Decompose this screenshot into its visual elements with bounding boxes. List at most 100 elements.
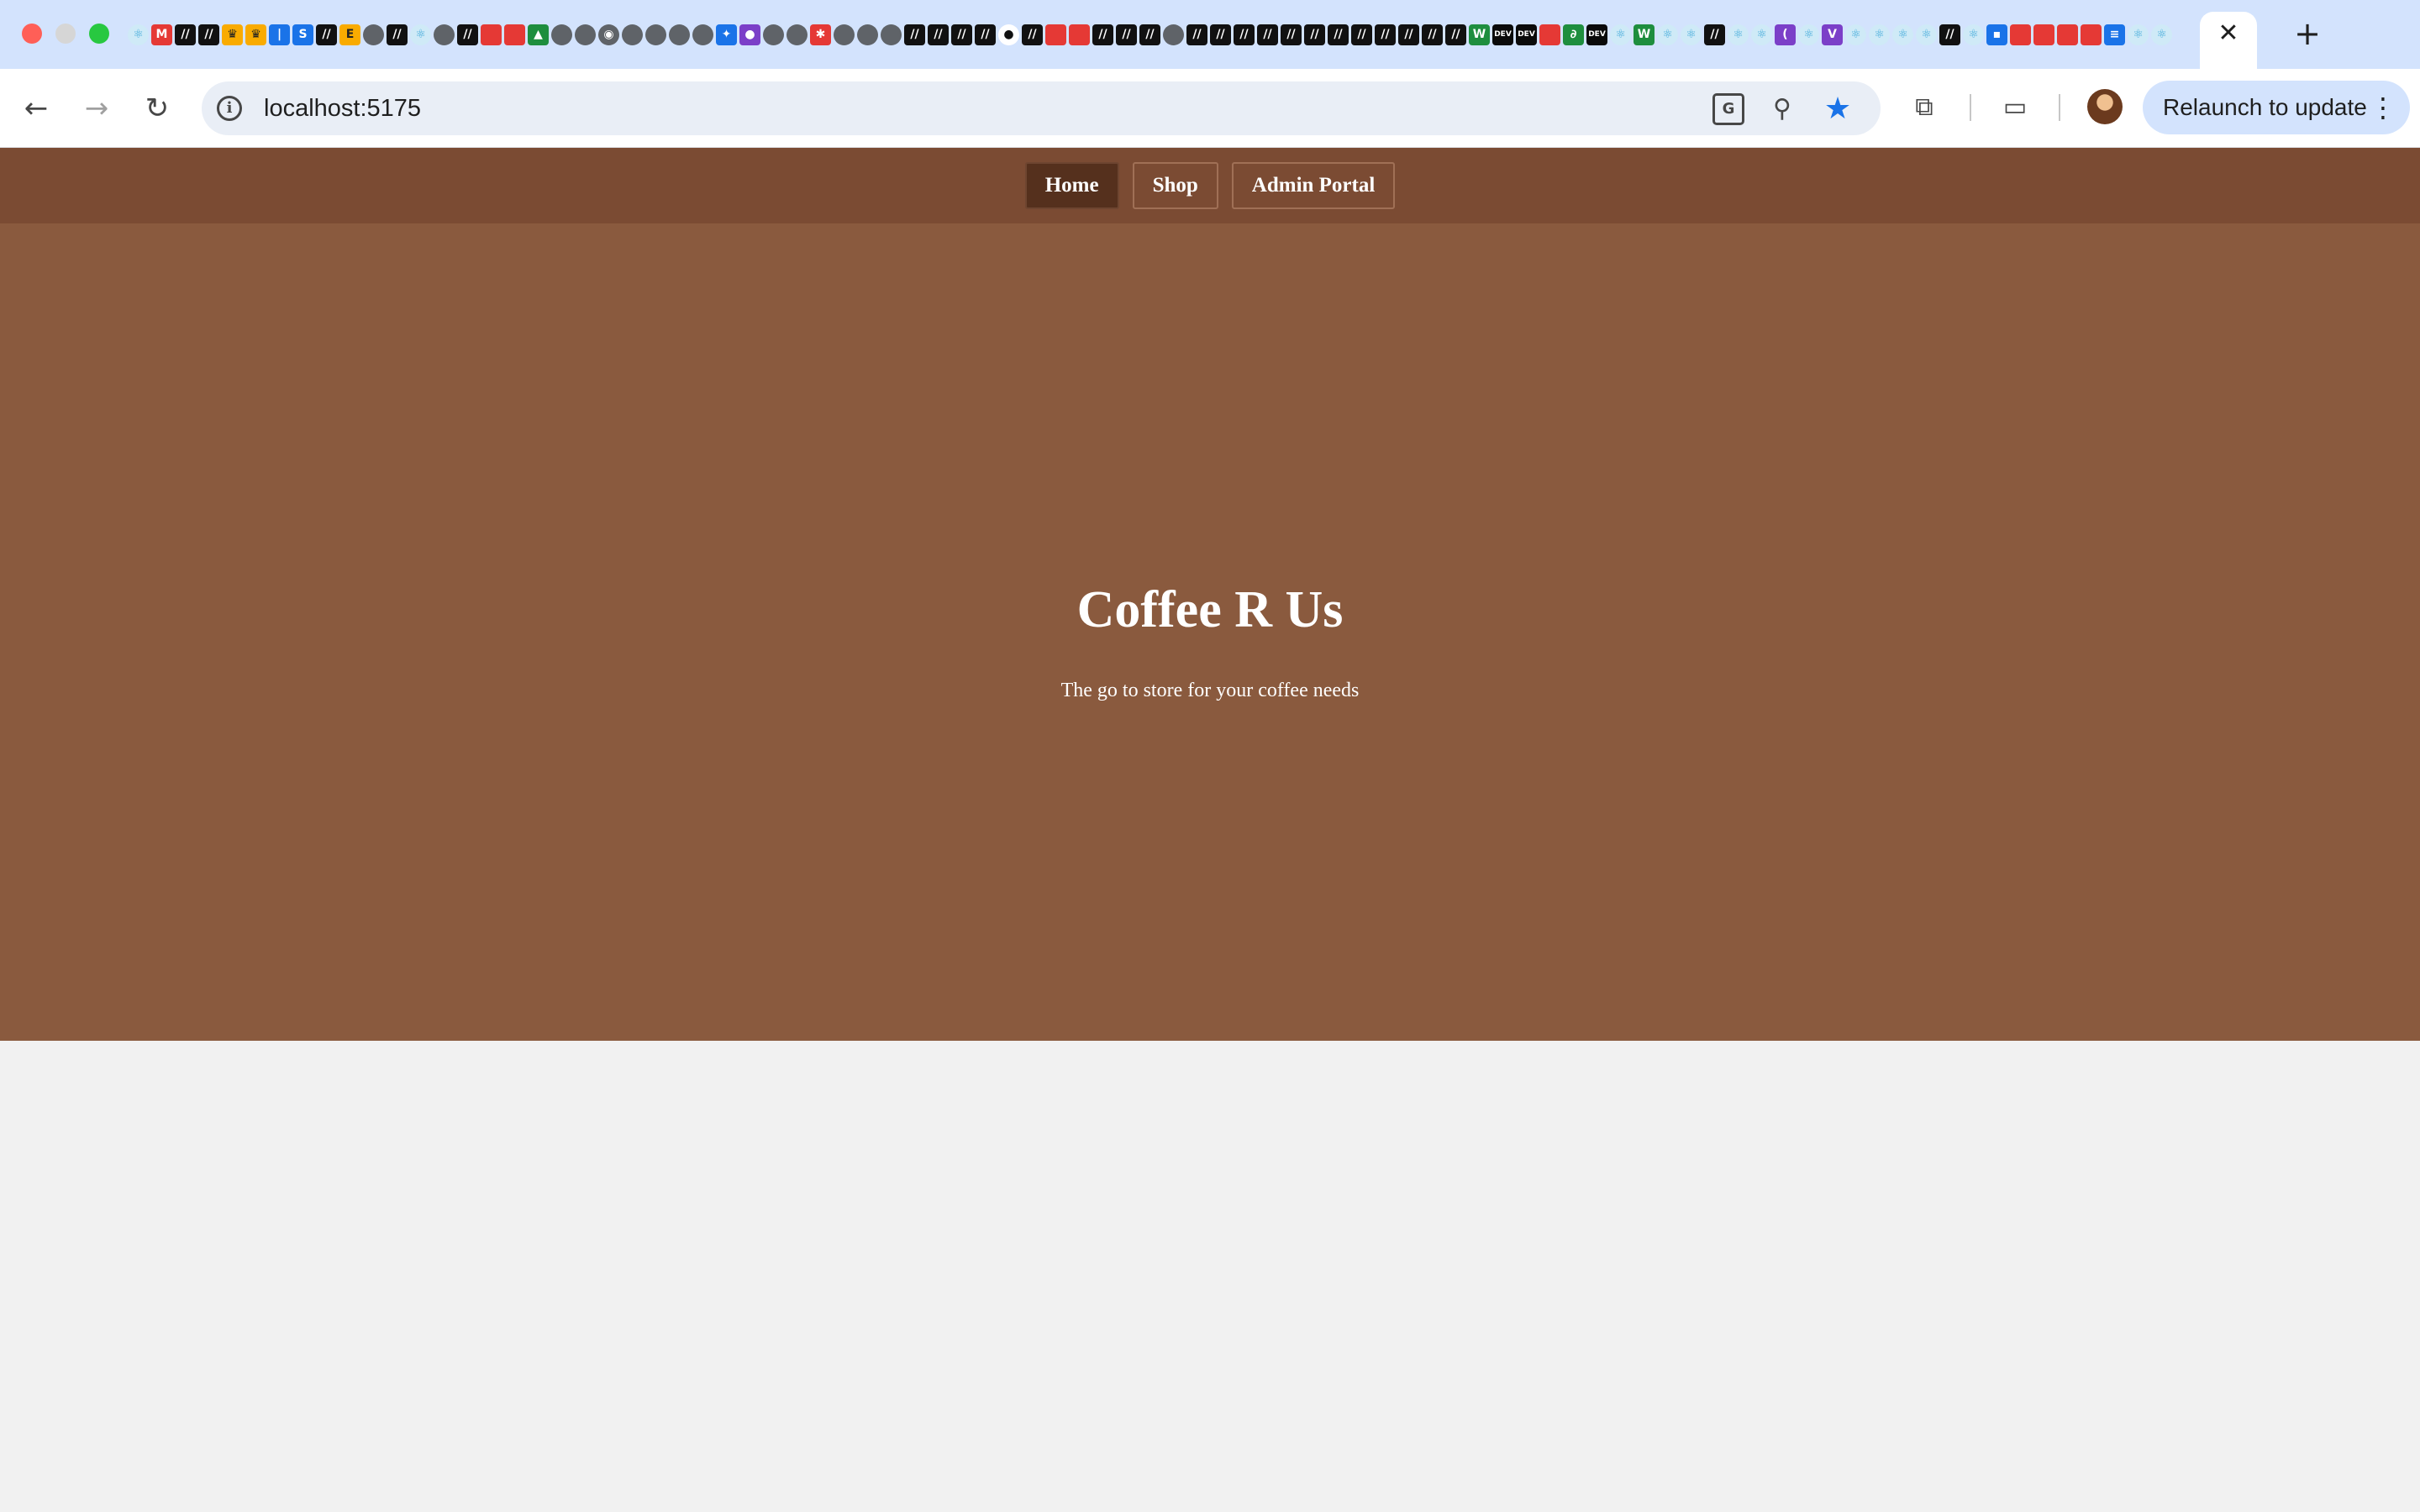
globe-favicon-icon[interactable] [551,24,572,45]
vite-favicon-icon[interactable]: V [1822,24,1843,45]
red-favicon-icon[interactable] [2057,24,2078,45]
react-favicon-icon[interactable]: ⚛ [1916,24,1937,45]
globe-favicon-icon[interactable] [834,24,855,45]
react-favicon-icon[interactable]: ⚛ [2128,24,2149,45]
globe-favicon-icon[interactable] [434,24,455,45]
gemini-favicon-icon[interactable]: ✦ [716,24,737,45]
profile-avatar[interactable] [2087,89,2123,124]
red-favicon-icon[interactable] [504,24,525,45]
m-favicon-icon[interactable]: // [1116,24,1137,45]
m-favicon-icon[interactable]: // [904,24,925,45]
zoom-icon[interactable]: ⚲ [1766,93,1798,125]
react-favicon-icon[interactable]: ⚛ [1610,24,1631,45]
dev-favicon-icon[interactable]: DEV [1586,24,1607,45]
lion-favicon-icon[interactable]: ♛ [222,24,243,45]
docs-favicon-icon[interactable]: ≡ [2104,24,2125,45]
m-favicon-icon[interactable]: // [1351,24,1372,45]
red-favicon-icon[interactable] [1539,24,1560,45]
ejs-favicon-icon[interactable]: E [339,24,360,45]
globe-favicon-icon[interactable] [1163,24,1184,45]
react-favicon-icon[interactable]: ⚛ [1728,24,1749,45]
react-favicon-icon[interactable]: ⚛ [1751,24,1772,45]
w-favicon-icon[interactable]: W [1469,24,1490,45]
m-favicon-icon[interactable]: // [387,24,408,45]
asterisk-favicon-icon[interactable]: ✱ [810,24,831,45]
globe-favicon-icon[interactable] [645,24,666,45]
m-favicon-icon[interactable]: // [1281,24,1302,45]
dev-favicon-icon[interactable]: DEV [1516,24,1537,45]
m-favicon-icon[interactable]: // [1234,24,1255,45]
m-favicon-icon[interactable]: // [1704,24,1725,45]
m-favicon-icon[interactable]: // [951,24,972,45]
globe-favicon-icon[interactable] [669,24,690,45]
m-favicon-icon[interactable]: // [198,24,219,45]
gmail-favicon-icon[interactable]: M [151,24,172,45]
m-favicon-icon[interactable]: // [316,24,337,45]
site-info-icon[interactable]: i [217,96,242,121]
globe-favicon-icon[interactable] [786,24,808,45]
m-favicon-icon[interactable]: // [1257,24,1278,45]
globe-favicon-icon[interactable] [575,24,596,45]
extensions-icon[interactable]: ⧉ [1906,89,1943,126]
m-favicon-icon[interactable]: // [928,24,949,45]
react-favicon-icon[interactable]: ⚛ [1892,24,1913,45]
red-favicon-icon[interactable] [2081,24,2102,45]
globe-favicon-icon[interactable] [763,24,784,45]
window-maximize-button[interactable] [89,24,109,44]
nav-link-home[interactable]: Home [1024,162,1119,209]
m-favicon-icon[interactable]: // [1445,24,1466,45]
sis-favicon-icon[interactable]: S [292,24,313,45]
window-minimize-button[interactable] [55,24,76,44]
m-favicon-icon[interactable]: // [457,24,478,45]
forward-arrow-icon[interactable]: → [77,89,116,128]
relaunch-button[interactable]: Relaunch to update ⋮ [2143,81,2410,134]
react-favicon-icon[interactable]: ⚛ [128,24,149,45]
react-favicon-icon[interactable]: ⚛ [2151,24,2172,45]
m-favicon-icon[interactable]: // [1304,24,1325,45]
chrome-favicon-icon[interactable]: ◉ [598,24,619,45]
github-favicon-icon[interactable]: ● [998,24,1019,45]
dev-favicon-icon[interactable]: DEV [1492,24,1513,45]
red-favicon-icon[interactable] [1045,24,1066,45]
globe-favicon-icon[interactable] [363,24,384,45]
react-favicon-icon[interactable]: ⚛ [1869,24,1890,45]
m-favicon-icon[interactable]: // [1398,24,1419,45]
globe-favicon-icon[interactable] [881,24,902,45]
more-menu-icon[interactable]: ⋮ [2370,89,2396,126]
m-favicon-icon[interactable]: // [1422,24,1443,45]
red-favicon-icon[interactable] [1069,24,1090,45]
reload-icon[interactable]: ↻ [138,89,176,128]
address-url[interactable]: localhost:5175 [264,93,421,123]
react-favicon-icon[interactable]: ⚛ [1845,24,1866,45]
m-favicon-icon[interactable]: // [1375,24,1396,45]
window-close-button[interactable] [22,24,42,44]
m-favicon-icon[interactable]: // [1210,24,1231,45]
m-favicon-icon[interactable]: // [975,24,996,45]
back-arrow-icon[interactable]: ← [17,89,55,128]
m-favicon-icon[interactable]: // [1328,24,1349,45]
m-favicon-icon[interactable]: // [1022,24,1043,45]
m-favicon-icon[interactable]: // [1092,24,1113,45]
m-favicon-icon[interactable]: // [1139,24,1160,45]
m-favicon-icon[interactable]: // [175,24,196,45]
react-favicon-icon[interactable]: ⚛ [1681,24,1702,45]
bookmark-star-icon[interactable]: ★ [1822,93,1854,125]
red-favicon-icon[interactable] [481,24,502,45]
red-favicon-icon[interactable] [2010,24,2031,45]
chat-favicon-icon[interactable]: ▪ [1986,24,2007,45]
dash-favicon-icon[interactable]: | [269,24,290,45]
red-favicon-icon[interactable] [2033,24,2054,45]
m-favicon-icon[interactable]: // [1186,24,1207,45]
close-tab-icon[interactable]: ✕ [2215,20,2242,47]
react-favicon-icon[interactable]: ⚛ [1657,24,1678,45]
react-favicon-icon[interactable]: ⚛ [1963,24,1984,45]
translate-icon[interactable]: G [1712,93,1744,125]
react-favicon-icon[interactable]: ⚛ [1798,24,1819,45]
purple-favicon-icon[interactable]: ● [739,24,760,45]
new-tab-button[interactable]: + [2291,17,2324,50]
tab-search-icon[interactable]: ▭ [1996,89,2033,126]
react-favicon-icon[interactable]: ⚛ [410,24,431,45]
globe-favicon-icon[interactable] [857,24,878,45]
ce-favicon-icon[interactable]: ∂ [1563,24,1584,45]
lion-favicon-icon[interactable]: ♛ [245,24,266,45]
